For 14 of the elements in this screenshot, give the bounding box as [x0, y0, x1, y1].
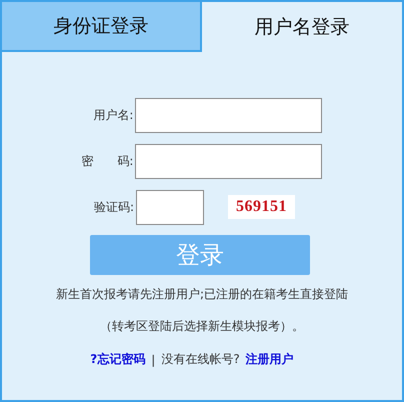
- captcha-image[interactable]: 569151: [228, 195, 295, 219]
- forgot-password-link[interactable]: ?忘记密码: [90, 351, 146, 368]
- notice-text: 新生首次报考请先注册用户;已注册的在籍考生直接登陆: [56, 286, 348, 303]
- captcha-field[interactable]: [136, 190, 204, 224]
- account-question-text: 没有在线帐号?: [161, 351, 240, 368]
- password-field[interactable]: [135, 144, 322, 178]
- separator-text: |: [151, 352, 156, 366]
- field-label: 用户名:: [92, 106, 134, 124]
- login-tab[interactable]: 身份证登录: [2, 2, 202, 52]
- register-link[interactable]: 注册用户: [246, 351, 294, 368]
- notice-text: （转考区登陆后选择新生模块报考）。: [100, 318, 304, 335]
- field-label: 验证码:: [92, 198, 135, 216]
- field-label: 密 码:: [80, 152, 134, 170]
- username-field[interactable]: [135, 98, 322, 132]
